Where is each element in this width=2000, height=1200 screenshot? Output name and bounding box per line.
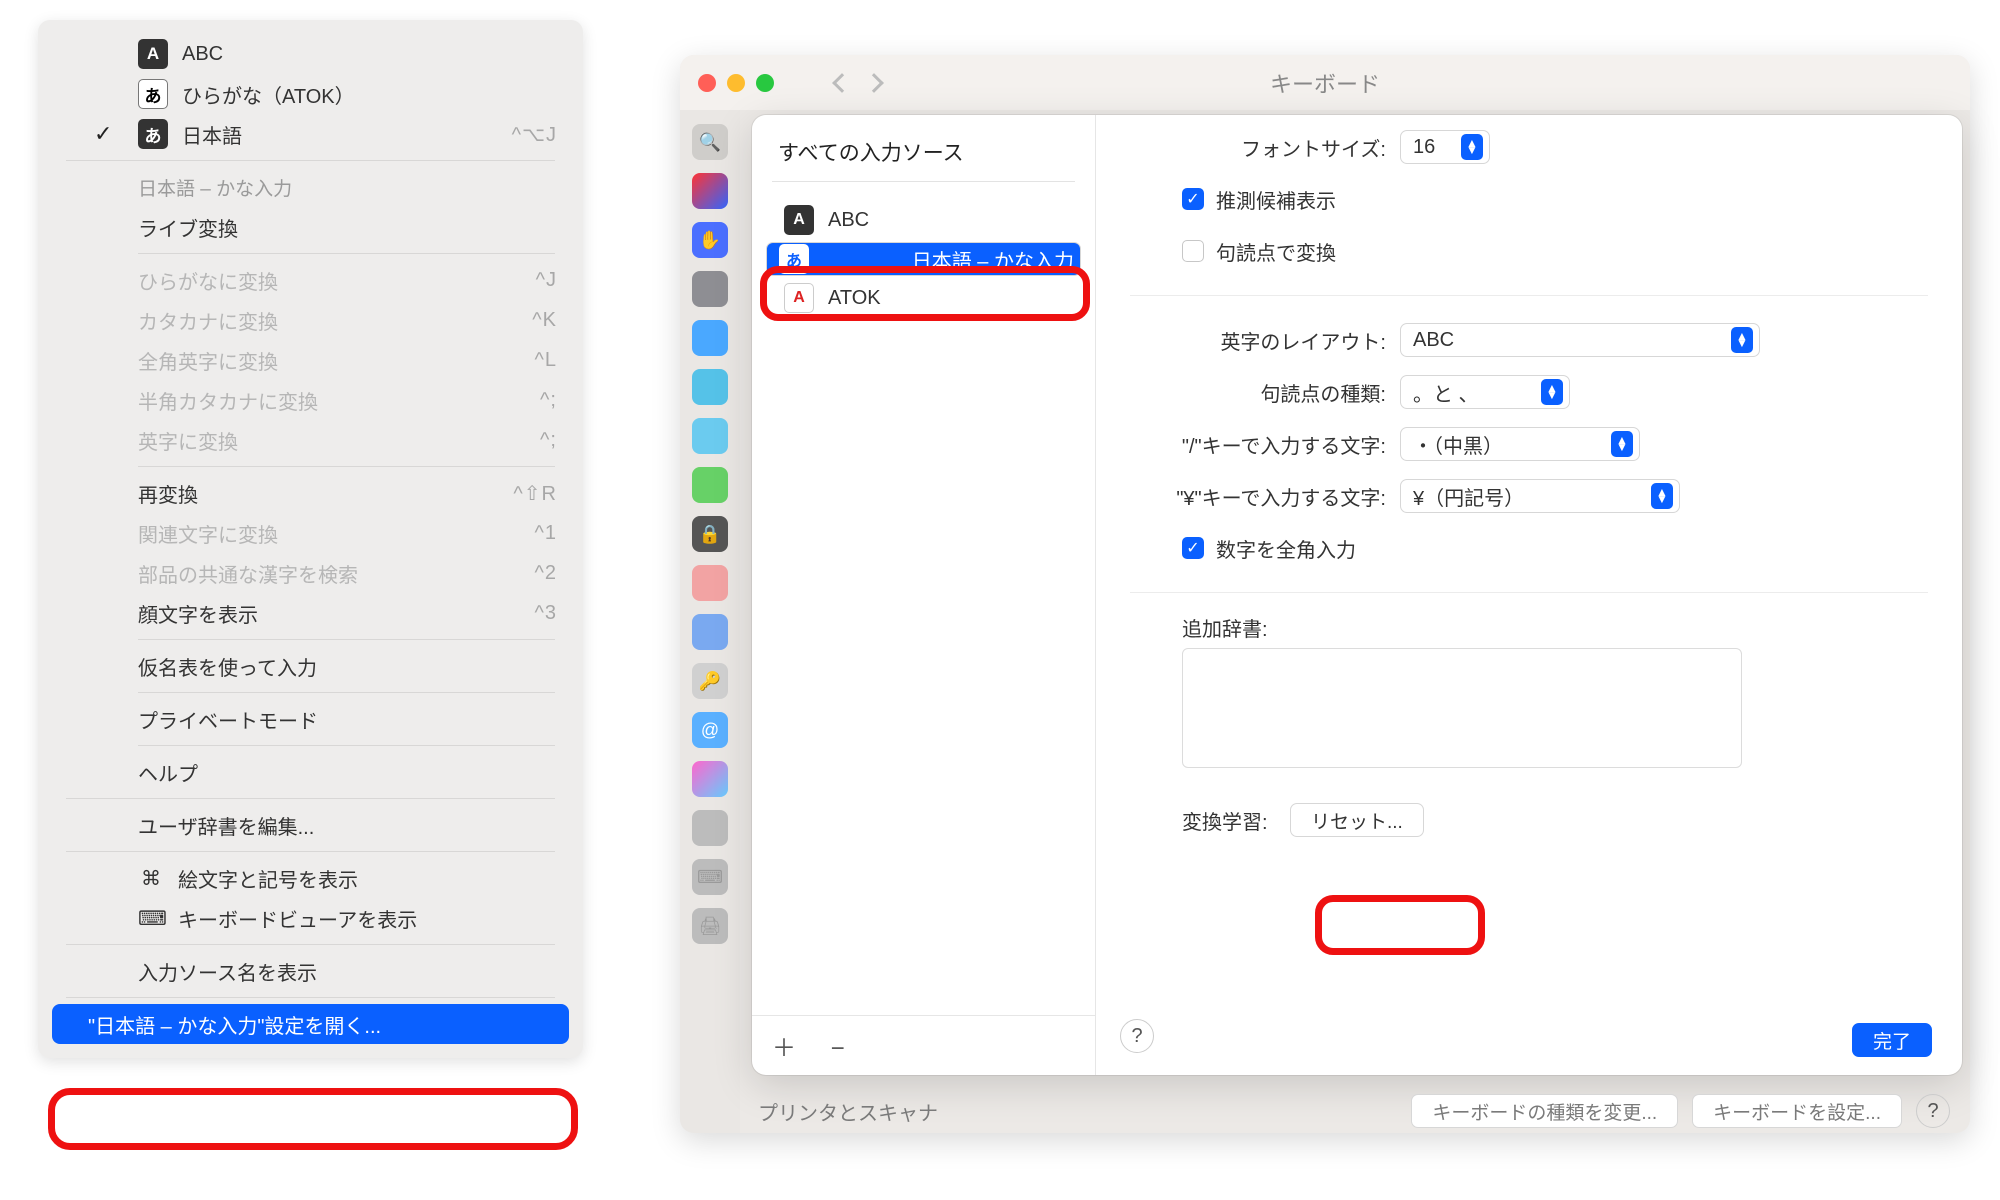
menu-kaomoji[interactable]: 顔文字を表示^3 — [38, 593, 583, 633]
touchid-icon[interactable] — [692, 565, 728, 601]
menu-convert-halfkata: 半角カタカナに変換^; — [38, 380, 583, 420]
wallpaper-icon[interactable] — [692, 369, 728, 405]
sheet-settings-pane: フォントサイズ: 16 ▲▼ ✓ 推測候補表示 句読点で変換 英字のレイアウト:… — [1096, 115, 1962, 1075]
reset-button[interactable]: リセット... — [1290, 803, 1424, 837]
minimize-window-button[interactable] — [727, 74, 745, 92]
checkmark-icon: ✓ — [94, 121, 112, 147]
select-arrow-icon: ▲▼ — [1461, 134, 1483, 160]
keyboard-icon: ⌨ — [138, 906, 164, 931]
punct-type-select[interactable]: 。と 、▲▼ — [1400, 375, 1570, 409]
footer-help-button[interactable]: ? — [1916, 1094, 1950, 1128]
yen-label: "¥"キーで入力する文字: — [1130, 482, 1400, 511]
menu-source-atok[interactable]: あ ひらがな（ATOK） — [38, 74, 583, 114]
input-method-menu: A ABC あ ひらがな（ATOK） ✓ あ 日本語 ^⌥J 日本語 – かな入… — [38, 20, 583, 1058]
layout-label: 英字のレイアウト: — [1130, 326, 1400, 355]
punct-convert-checkbox[interactable] — [1182, 240, 1204, 262]
source-row-japanese-kana[interactable]: あ 日本語 – かな入力 — [766, 242, 1081, 276]
menu-convert-fullwidth: 全角英字に変換^L — [38, 340, 583, 380]
slash-label: "/"キーで入力する文字: — [1130, 430, 1400, 459]
change-keyboard-type-button[interactable]: キーボードの種類を変更... — [1411, 1094, 1678, 1128]
settings-sidebar: 🔍 ✋ 🔒 🔑 @ ⌨ 🖨 — [680, 110, 740, 1133]
extra-dict-label: 追加辞書: — [1182, 613, 1928, 642]
menu-convert-katakana: カタカナに変換^K — [38, 300, 583, 340]
menu-open-kana-settings[interactable]: "日本語 – かな入力"設定を開く... — [52, 1004, 569, 1044]
menu-user-dict[interactable]: ユーザ辞書を編集... — [38, 805, 583, 845]
menu-section-kana: 日本語 – かな入力 — [38, 167, 583, 207]
menu-kana-table[interactable]: 仮名表を使って入力 — [38, 646, 583, 686]
keyboard-footer: プリンタとスキャナ キーボードの種類を変更... キーボードを設定... ? — [680, 1090, 1970, 1132]
extra-dict-listbox[interactable] — [1182, 648, 1742, 768]
character-viewer-icon: ⌘ — [138, 866, 164, 891]
search-icon[interactable]: 🔍 — [692, 124, 728, 160]
menu-convert-romaji: 英字に変換^; — [38, 420, 583, 460]
screensaver-icon[interactable] — [692, 418, 728, 454]
punct-convert-label: 句読点で変換 — [1216, 237, 1336, 266]
menu-show-src-names[interactable]: 入力ソース名を表示 — [38, 951, 583, 991]
font-size-label: フォントサイズ: — [1130, 133, 1400, 162]
close-window-button[interactable] — [698, 74, 716, 92]
mouse-icon[interactable] — [692, 810, 728, 846]
control-center-icon[interactable] — [692, 271, 728, 307]
layout-select[interactable]: ABC▲▼ — [1400, 323, 1760, 357]
menu-reconvert[interactable]: 再変換^⇧R — [38, 473, 583, 513]
suggest-label: 推測候補表示 — [1216, 185, 1336, 214]
fullwidth-num-label: 数字を全角入力 — [1216, 534, 1356, 563]
printers-icon[interactable]: 🖨 — [692, 908, 728, 944]
nav-forward-button[interactable] — [864, 73, 884, 93]
keyboard-icon[interactable] — [692, 467, 728, 503]
gamecenter-icon[interactable] — [692, 761, 728, 797]
learn-label: 変換学習: — [1130, 806, 1290, 835]
sidebar-printers-label[interactable]: プリンタとスキャナ — [758, 1097, 938, 1126]
privacy-icon[interactable]: 🔒 — [692, 516, 728, 552]
slash-select[interactable]: ・（中黒）▲▼ — [1400, 427, 1640, 461]
internet-accounts-icon[interactable]: @ — [692, 712, 728, 748]
users-icon[interactable] — [692, 614, 728, 650]
menu-live-convert[interactable]: ライブ変換 — [38, 207, 583, 247]
siri-icon[interactable] — [692, 173, 728, 209]
done-button[interactable]: 完了 — [1852, 1023, 1932, 1057]
punct-type-label: 句読点の種類: — [1130, 378, 1400, 407]
titlebar: キーボード — [680, 55, 1970, 110]
setup-keyboard-button[interactable]: キーボードを設定... — [1692, 1094, 1902, 1128]
source-row-abc[interactable]: A ABC — [766, 198, 1081, 242]
help-button[interactable]: ? — [1120, 1019, 1154, 1053]
source-row-atok[interactable]: A ATOK — [766, 276, 1081, 320]
menu-kanji-search: 部品の共通な漢字を検索^2 — [38, 553, 583, 593]
nav-back-button[interactable] — [832, 73, 852, 93]
menu-help[interactable]: ヘルプ — [38, 752, 583, 792]
menu-kbd-viewer[interactable]: ⌨キーボードビューアを表示 — [38, 898, 583, 938]
trackpad-icon[interactable]: ⌨ — [692, 859, 728, 895]
input-sources-sheet: すべての入力ソース A ABC あ 日本語 – かな入力 A ATOK ＋ − … — [752, 115, 1962, 1075]
sheet-source-list: すべての入力ソース A ABC あ 日本語 – かな入力 A ATOK ＋ − — [752, 115, 1096, 1075]
passwords-icon[interactable]: 🔑 — [692, 663, 728, 699]
menu-emoji[interactable]: ⌘絵文字と記号を表示 — [38, 858, 583, 898]
menu-source-japanese[interactable]: ✓ あ 日本語 ^⌥J — [38, 114, 583, 154]
menu-related: 関連文字に変換^1 — [38, 513, 583, 553]
menu-convert-hiragana: ひらがなに変換^J — [38, 260, 583, 300]
sheet-header: すべての入力ソース — [752, 137, 1095, 181]
yen-select[interactable]: ¥（円記号）▲▼ — [1400, 479, 1680, 513]
suggest-checkbox[interactable]: ✓ — [1182, 188, 1204, 210]
menu-source-abc[interactable]: A ABC — [38, 34, 583, 74]
highlight-annotation — [48, 1088, 578, 1150]
window-title: キーボード — [1270, 67, 1380, 99]
zoom-window-button[interactable] — [756, 74, 774, 92]
add-remove-source-buttons[interactable]: ＋ − — [752, 1015, 1095, 1075]
accessibility-icon[interactable]: ✋ — [692, 222, 728, 258]
fullwidth-num-checkbox[interactable]: ✓ — [1182, 537, 1204, 559]
menu-private-mode[interactable]: プライベートモード — [38, 699, 583, 739]
display-icon[interactable] — [692, 320, 728, 356]
font-size-select[interactable]: 16 ▲▼ — [1400, 130, 1490, 164]
